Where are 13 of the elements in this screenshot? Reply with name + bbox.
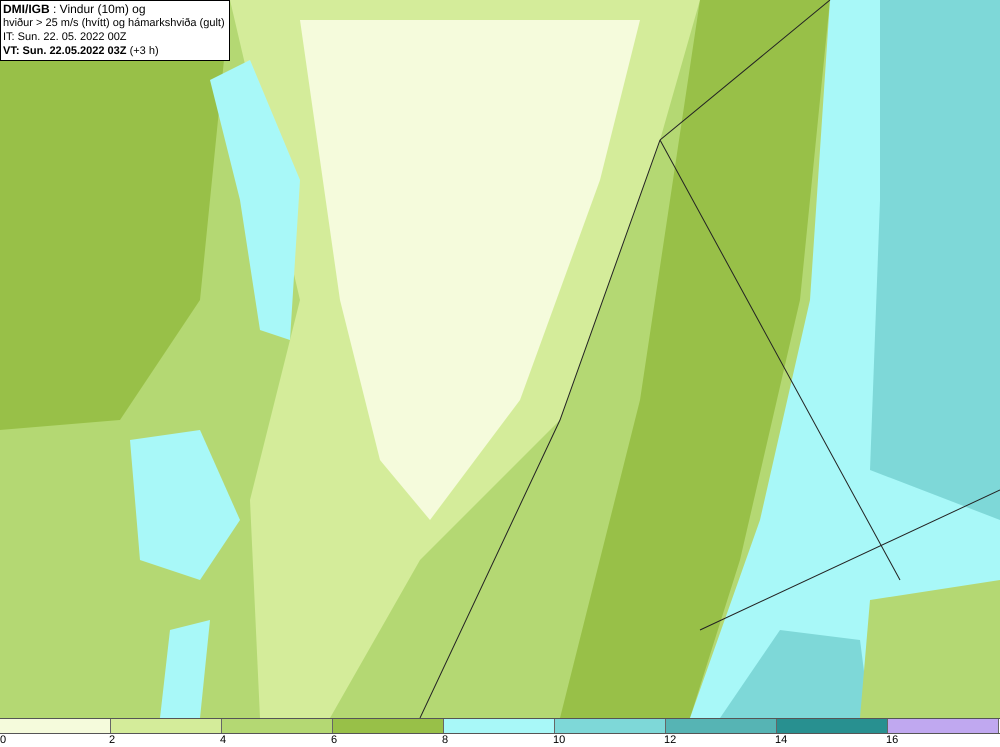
scale-label: 14	[775, 734, 788, 747]
scale-label: 16	[886, 734, 898, 747]
scale-label: 4	[220, 734, 226, 747]
title-line: IT: Sun. 22. 05. 2022 00Z	[3, 30, 128, 44]
scale-label: 0	[0, 734, 6, 747]
scale-label: 8	[442, 734, 448, 747]
title-line: hviður > 25 m/s (hvítt) og hámarkshviða (gult)	[3, 16, 225, 30]
scale-label: 2	[109, 734, 116, 747]
title-line: VT: Sun. 22.05.2022 03Z (+3 h)	[3, 44, 160, 58]
scale-label: 12	[664, 734, 676, 747]
scale-label: 10	[553, 734, 566, 747]
title-line: DMI/IGB : Vindur (10m) og	[3, 2, 146, 16]
scale-label: 6	[331, 734, 338, 747]
